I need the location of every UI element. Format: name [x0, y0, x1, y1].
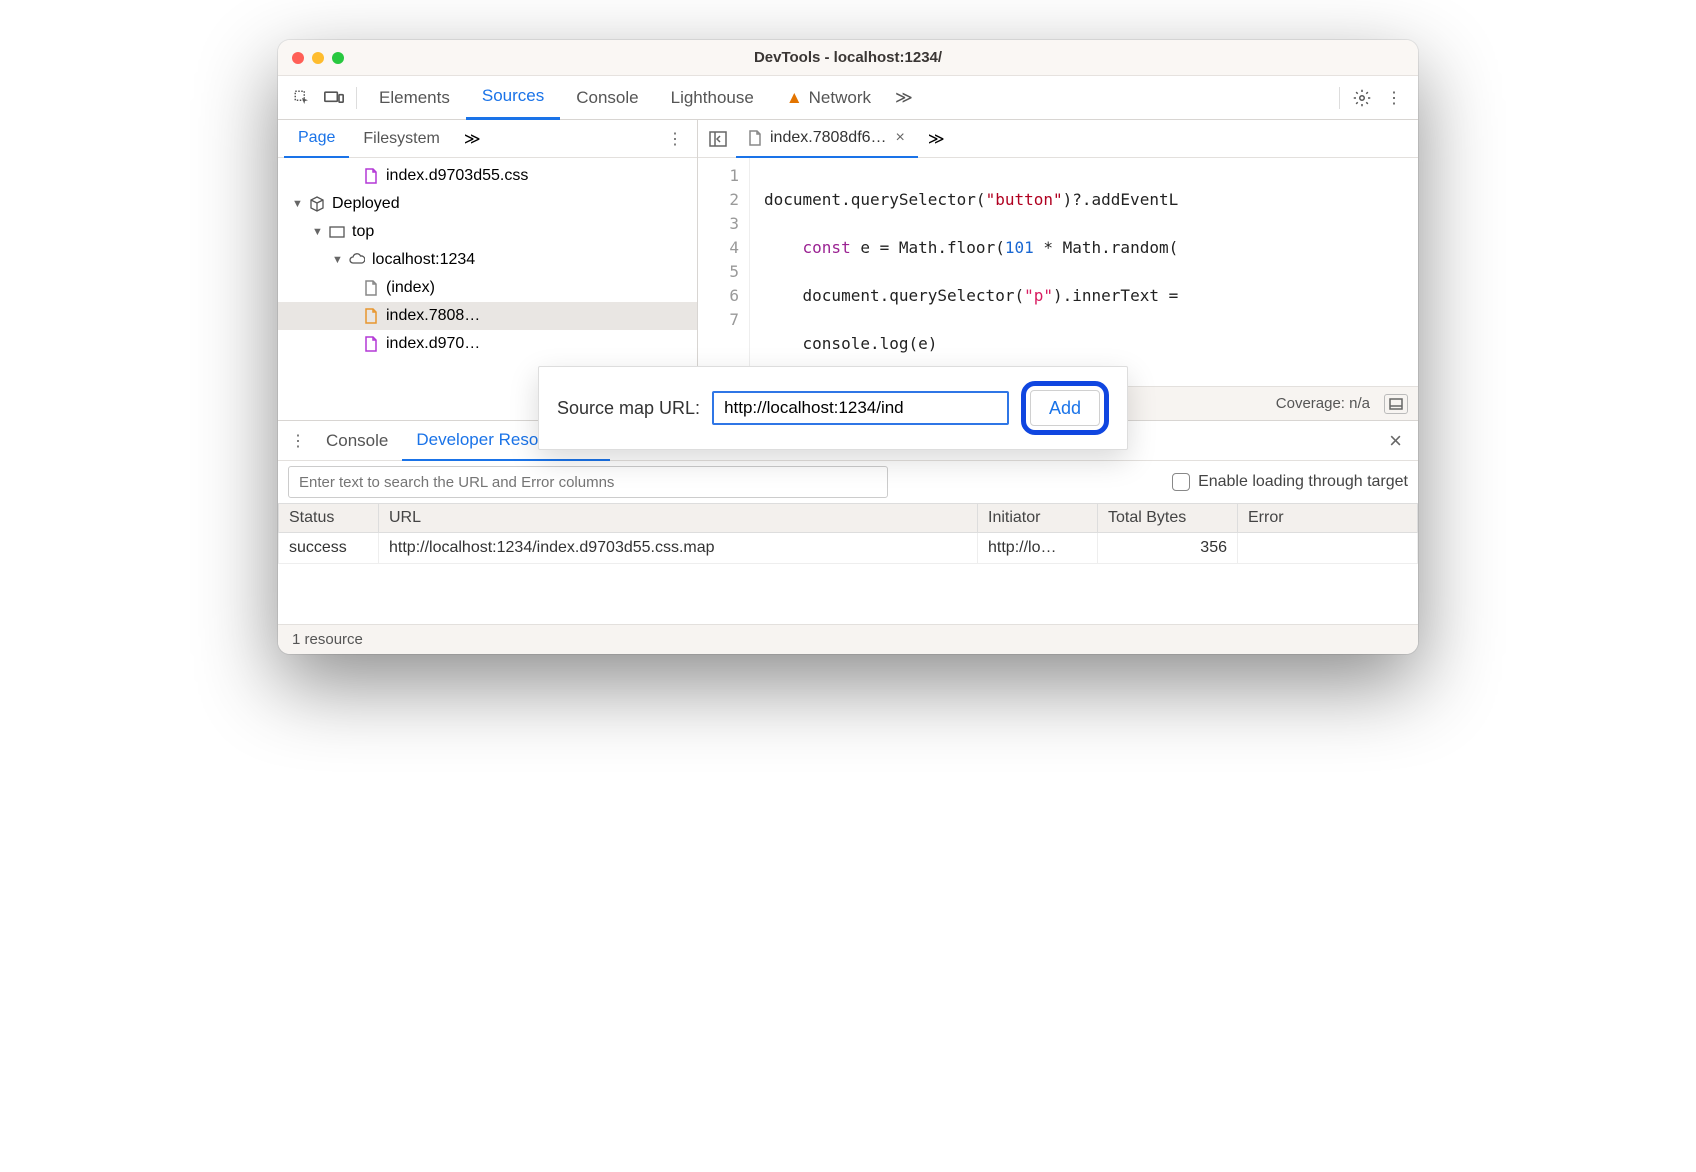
file-tab-active[interactable]: index.7808df6… ×: [736, 120, 918, 158]
editor-tabbar: index.7808df6… × ≫: [698, 120, 1418, 158]
add-button[interactable]: Add: [1030, 390, 1100, 426]
col-status[interactable]: Status: [279, 504, 379, 533]
table-header-row: Status URL Initiator Total Bytes Error: [279, 504, 1418, 533]
cell-error: [1238, 533, 1418, 564]
tree-label: index.d970…: [386, 335, 480, 353]
file-icon: [746, 129, 764, 147]
drawer-footer: 1 resource: [278, 624, 1418, 654]
col-url[interactable]: URL: [379, 504, 978, 533]
add-button-highlight: Add: [1021, 381, 1109, 435]
tree-label: (index): [386, 279, 435, 297]
cell-url: http://localhost:1234/index.d9703d55.css…: [379, 533, 978, 564]
file-icon: [362, 307, 380, 325]
warning-icon: ▲: [786, 88, 803, 108]
devtools-window: DevTools - localhost:1234/ Elements Sour…: [278, 40, 1418, 654]
file-icon: [362, 279, 380, 297]
navigator-tab-filesystem[interactable]: Filesystem: [349, 120, 453, 158]
separator: [356, 87, 357, 109]
tree-label: top: [352, 223, 374, 241]
drawer: ⋮ Console Developer Resources × × Enable…: [278, 420, 1418, 654]
navigator-tab-page[interactable]: Page: [284, 120, 349, 158]
kebab-menu-icon[interactable]: ⋮: [1378, 82, 1410, 114]
table-row[interactable]: success http://localhost:1234/index.d970…: [279, 533, 1418, 564]
cube-icon: [308, 195, 326, 213]
code-content: document.querySelector("button")?.addEve…: [750, 158, 1418, 386]
tree-label: localhost:1234: [372, 251, 475, 269]
line-gutter: 1 2 3 4 5 6 7: [698, 158, 750, 386]
tree-item-js-selected[interactable]: index.7808…: [278, 302, 697, 330]
resource-count: 1 resource: [292, 631, 363, 648]
col-initiator[interactable]: Initiator: [978, 504, 1098, 533]
cell-bytes: 356: [1098, 533, 1238, 564]
frame-icon: [328, 223, 346, 241]
popup-label: Source map URL:: [557, 398, 700, 419]
checkbox-icon: [1172, 473, 1190, 491]
tab-lighthouse[interactable]: Lighthouse: [655, 76, 770, 120]
file-icon: [362, 167, 380, 185]
search-input[interactable]: [288, 466, 888, 498]
table-row-empty: [279, 564, 1418, 624]
settings-icon[interactable]: [1346, 82, 1378, 114]
file-icon: [362, 335, 380, 353]
titlebar: DevTools - localhost:1234/: [278, 40, 1418, 76]
tree-item-index[interactable]: (index): [278, 274, 697, 302]
close-tab-icon[interactable]: ×: [893, 129, 908, 147]
col-error[interactable]: Error: [1238, 504, 1418, 533]
tab-network-label: Network: [809, 88, 871, 108]
tab-console[interactable]: Console: [560, 76, 654, 120]
tree-item-css[interactable]: index.d9703d55.css: [278, 162, 697, 190]
enable-loading-checkbox[interactable]: Enable loading through target: [1172, 473, 1408, 491]
file-tab-label: index.7808df6…: [770, 129, 887, 147]
inspect-icon[interactable]: [286, 82, 318, 114]
separator: [1339, 87, 1340, 109]
expand-icon: ▼: [312, 226, 322, 238]
code-editor[interactable]: 1 2 3 4 5 6 7 document.querySelector("bu…: [698, 158, 1418, 386]
tree-item-css2[interactable]: index.d970…: [278, 330, 697, 358]
drawer-close-icon[interactable]: ×: [1379, 428, 1412, 454]
navigator-tabs-overflow[interactable]: ≫: [458, 129, 487, 149]
drawer-menu-icon[interactable]: ⋮: [284, 431, 312, 451]
cloud-icon: [348, 251, 366, 269]
cell-initiator: http://lo…: [978, 533, 1098, 564]
tab-elements[interactable]: Elements: [363, 76, 466, 120]
source-map-url-dialog: Source map URL: Add: [538, 366, 1128, 450]
file-tabs-overflow[interactable]: ≫: [922, 129, 951, 149]
show-details-icon[interactable]: [1384, 394, 1408, 414]
navigator-tabs: Page Filesystem ≫ ⋮: [278, 120, 697, 158]
toggle-navigator-icon[interactable]: [704, 125, 732, 153]
col-bytes[interactable]: Total Bytes: [1098, 504, 1238, 533]
source-map-url-input[interactable]: [712, 391, 1009, 425]
resources-table: Status URL Initiator Total Bytes Error s…: [278, 503, 1418, 624]
checkbox-label: Enable loading through target: [1198, 473, 1408, 491]
tab-sources[interactable]: Sources: [466, 76, 560, 120]
coverage-label: Coverage: n/a: [1276, 395, 1370, 412]
tree-item-deployed[interactable]: ▼ Deployed: [278, 190, 697, 218]
drawer-toolbar: Enable loading through target: [278, 461, 1418, 503]
main-area: Page Filesystem ≫ ⋮ index.d9703d55.css ▼…: [278, 120, 1418, 420]
drawer-tab-console[interactable]: Console: [312, 421, 402, 461]
expand-icon: ▼: [332, 254, 342, 266]
window-title: DevTools - localhost:1234/: [278, 49, 1418, 66]
tree-item-host[interactable]: ▼ localhost:1234: [278, 246, 697, 274]
tree-label: Deployed: [332, 195, 400, 213]
expand-icon: ▼: [292, 198, 302, 210]
navigator-menu-icon[interactable]: ⋮: [659, 129, 691, 149]
tree-label: index.7808…: [386, 307, 480, 325]
tree-label: index.d9703d55.css: [386, 167, 528, 185]
tree-item-top[interactable]: ▼ top: [278, 218, 697, 246]
device-toggle-icon[interactable]: [318, 82, 350, 114]
cell-status: success: [279, 533, 379, 564]
tabs-overflow[interactable]: ≫: [887, 76, 921, 120]
tab-network[interactable]: ▲ Network: [770, 76, 887, 120]
main-tabbar: Elements Sources Console Lighthouse ▲ Ne…: [278, 76, 1418, 120]
